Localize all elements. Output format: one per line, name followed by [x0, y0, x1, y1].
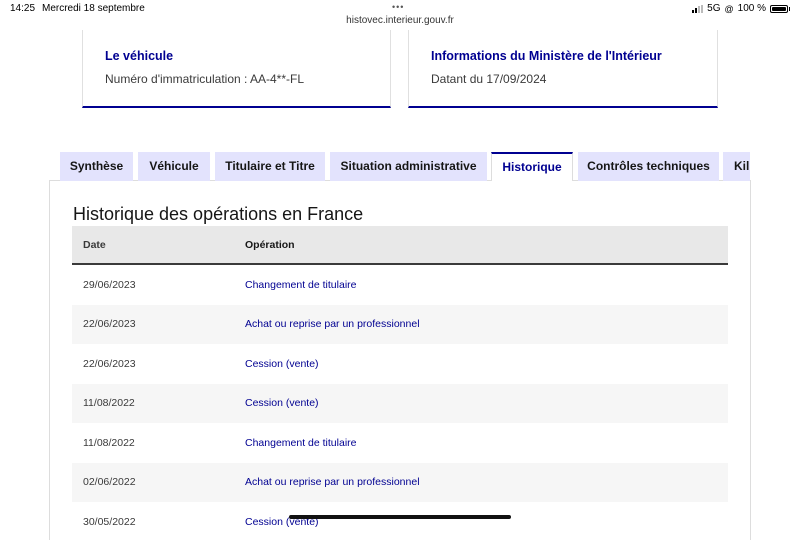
table-header-row: Date Opération — [72, 226, 728, 265]
table-row: 11/08/2022 Changement de titulaire — [72, 423, 728, 463]
tab-situation[interactable]: Situation administrative — [330, 152, 487, 181]
history-title: Historique des opérations en France — [73, 204, 364, 224]
column-header-operation: Opération — [245, 226, 728, 265]
row-date: 02/06/2022 — [72, 462, 245, 502]
row-operation: Changement de titulaire — [245, 278, 357, 291]
row-operation: Achat ou reprise par un professionnel — [245, 462, 728, 502]
data-date: Datant du 17/09/2024 — [431, 72, 547, 86]
tab-bar: Synthèse Véhicule Titulaire et Titre Sit… — [60, 152, 750, 181]
tab-synthese[interactable]: Synthèse — [60, 152, 133, 181]
row-operation: Changement de titulaire — [245, 436, 357, 449]
tab-controles[interactable]: Contrôles techniques — [578, 152, 719, 181]
status-date: Mercredi 18 septembre — [42, 3, 145, 14]
vehicle-card-title: Le véhicule — [105, 49, 174, 63]
tab-titulaire[interactable]: Titulaire et Titre — [215, 152, 325, 181]
row-date: 22/06/2023 — [72, 304, 245, 344]
row-date: 11/08/2022 — [83, 436, 135, 449]
battery-label: 100 % — [737, 3, 766, 14]
tab-vehicule[interactable]: Véhicule — [138, 152, 210, 181]
row-operation: Cession (vente) — [245, 515, 319, 528]
table-row: 30/05/2022 Cession (vente) — [72, 502, 728, 542]
row-operation: Achat ou reprise par un professionnel — [245, 304, 728, 344]
status-bar: 14:25 Mercredi 18 septembre ••• histovec… — [0, 0, 800, 30]
signal-icon — [692, 4, 704, 13]
ministry-card: Informations du Ministère de l'Intérieur… — [408, 30, 718, 108]
table-row: 22/06/2023 Cession (vente) — [72, 344, 728, 384]
history-table: Date Opération 29/06/2023 Changement de … — [72, 226, 728, 542]
row-operation: Cession (vente) — [245, 357, 319, 370]
table-row: 22/06/2023 Achat ou reprise par un profe… — [72, 304, 728, 344]
row-date: 11/08/2022 — [72, 383, 245, 423]
network-label: 5G — [707, 3, 721, 14]
row-date: 29/06/2023 — [83, 278, 136, 291]
table-row: 29/06/2023 Changement de titulaire — [72, 264, 728, 305]
status-time: 14:25 — [10, 3, 36, 14]
orientation-lock-icon: @ — [724, 3, 734, 14]
battery-icon — [770, 4, 788, 13]
address-bar[interactable]: histovec.interieur.gouv.fr — [0, 15, 800, 26]
vehicle-card: Le véhicule Numéro d'immatriculation : A… — [82, 30, 391, 108]
tab-kilometrage[interactable]: Kil — [723, 152, 750, 181]
home-indicator[interactable] — [289, 515, 511, 519]
table-row: 02/06/2022 Achat ou reprise par un profe… — [72, 462, 728, 502]
tab-historique[interactable]: Historique — [491, 152, 573, 181]
browser-menu-dots[interactable]: ••• — [392, 2, 404, 12]
row-date: 30/05/2022 — [83, 515, 136, 528]
status-indicators: 5G @ 100 % — [692, 3, 790, 14]
table-row: 11/08/2022 Cession (vente) — [72, 383, 728, 423]
row-date: 22/06/2023 — [83, 357, 136, 370]
registration-number: Numéro d'immatriculation : AA-4**-FL — [105, 72, 305, 86]
column-header-date: Date — [72, 226, 245, 265]
row-operation: Cession (vente) — [245, 383, 728, 423]
ministry-card-title: Informations du Ministère de l'Intérieur — [431, 49, 662, 63]
